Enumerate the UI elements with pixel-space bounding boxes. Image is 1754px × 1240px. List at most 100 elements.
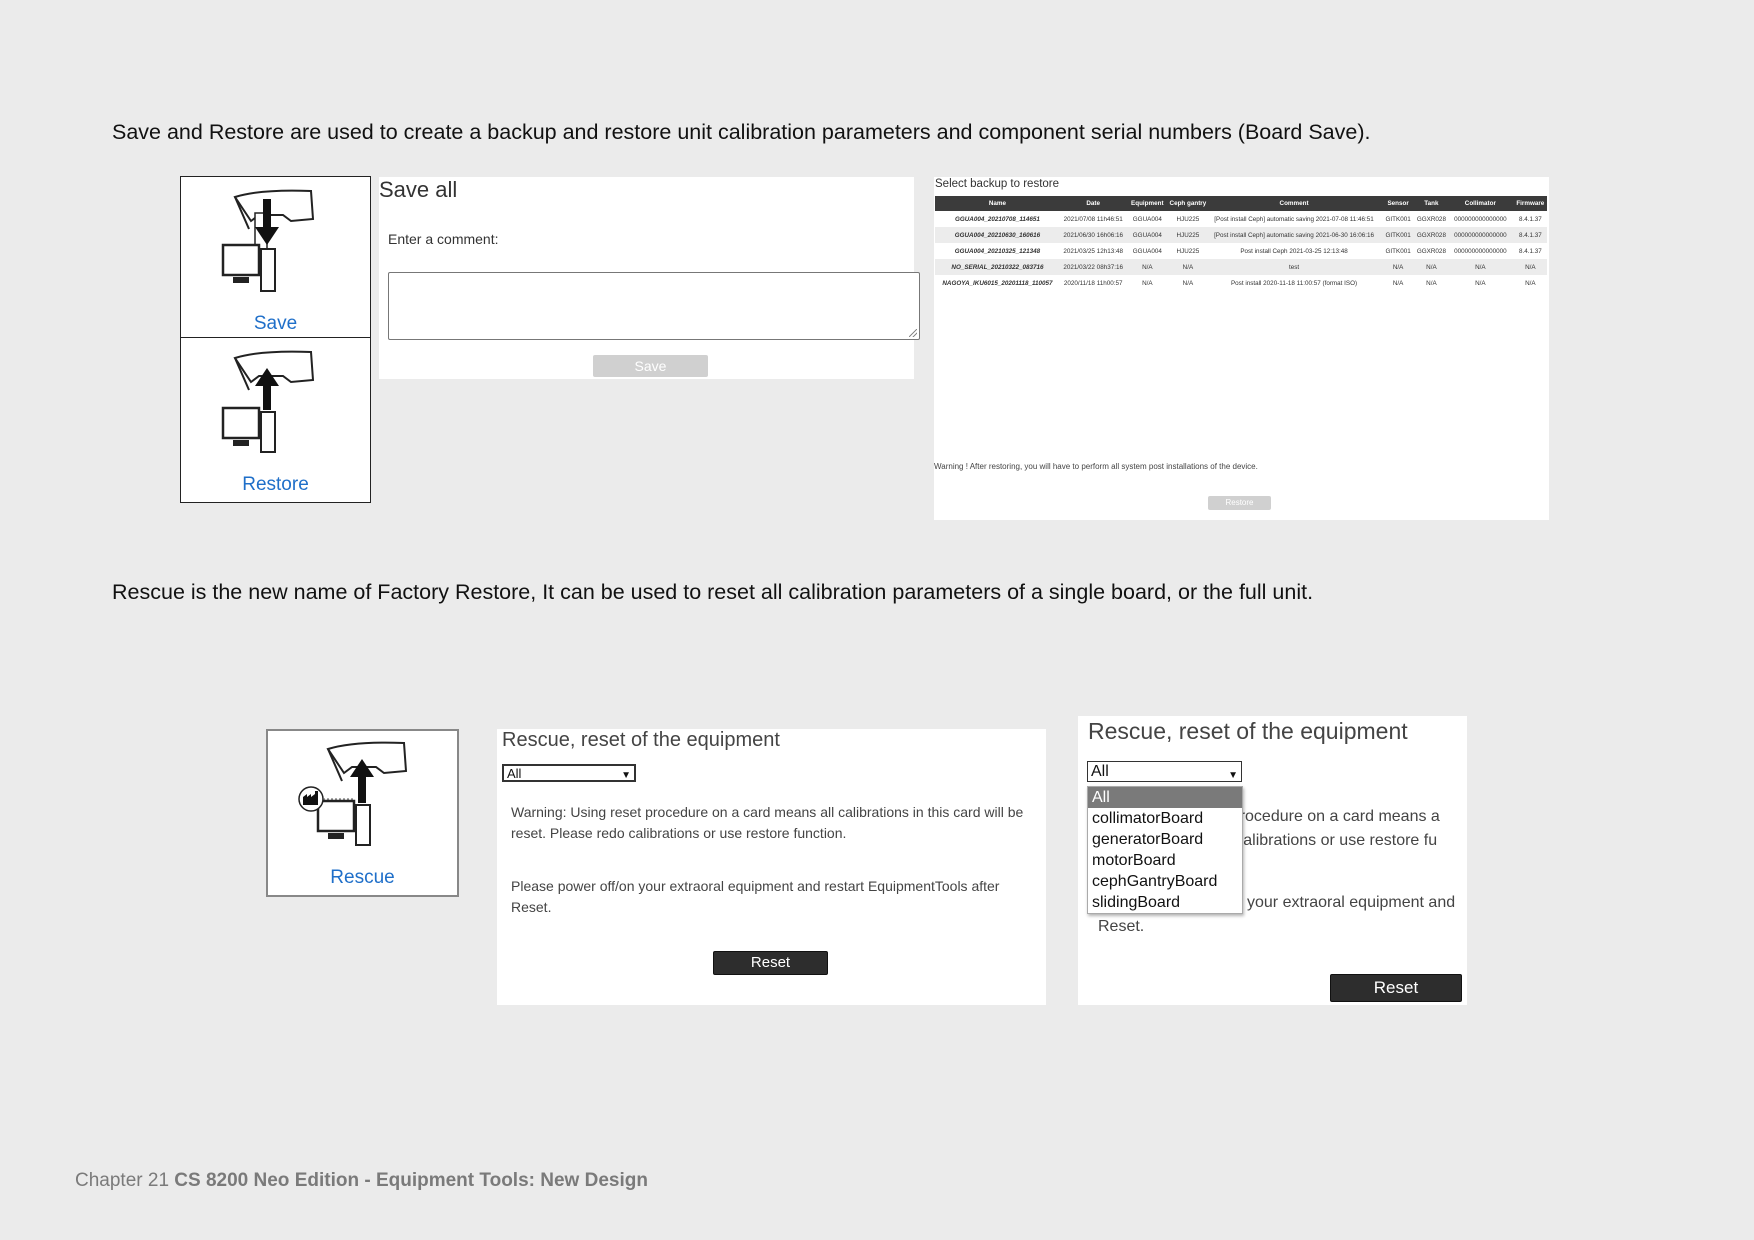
table-row[interactable]: GGUA004_20210630_160616 2021/06/30 16h06… [935,227,1547,243]
rescue-icon-button[interactable]: Rescue [266,729,459,897]
table-cell: GGUA004 [1126,227,1169,243]
save-label: Save [253,313,298,334]
rescue-title: Rescue, reset of the equipment [1088,718,1408,744]
board-select[interactable]: All ▼ [1087,761,1242,782]
table-cell: Post install 2020-11-18 11:00:57 (format… [1230,279,1358,287]
reset-warning-line-1: et procedure on a card means a [1213,808,1440,825]
table-cell: HJU225 [1176,215,1200,223]
table-cell: N/A [1415,259,1448,275]
save-to-computer-icon [221,189,314,292]
reset-warning-text: Warning: Using reset procedure on a card… [511,804,1024,841]
table-cell: N/A [1168,259,1208,275]
table-cell: 8.4.1.37 [1518,215,1542,223]
table-cell: 000000000000000 [1454,247,1507,255]
save-all-panel: Save all Enter a comment: Save [379,177,920,379]
board-select-value: All [507,766,522,781]
column-header[interactable]: Comment [1207,196,1381,211]
rescue-panel-open: Rescue, reset of the equipment et proced… [1078,716,1467,1005]
table-cell: 2021/03/22 08h37:16 [1059,259,1127,275]
table-cell: GITK001 [1380,227,1416,243]
dropdown-option-sliding-board[interactable]: slidingBoard [1088,892,1242,913]
table-cell: 000000000000000 [1454,215,1507,223]
save-button[interactable]: Save [593,355,708,377]
factory-reset-icon [297,741,407,846]
save-all-title: Save all [379,177,458,202]
restore-icon-button[interactable]: Restore [180,337,371,503]
rescue-paragraph: Rescue is the new name of Factory Restor… [112,580,1314,604]
dropdown-option-ceph-gantry-board[interactable]: cephGantryBoard [1088,871,1242,892]
power-cycle-text: Please power off/on your extraoral equip… [511,878,1000,915]
column-header[interactable]: Sensor [1380,196,1416,211]
table-cell: N/A [1182,279,1194,287]
reset-button[interactable]: Reset [713,951,828,975]
restore-warning: Warning ! After restoring, you will have… [934,462,1258,471]
backup-table: Name Date Equipment Ceph gantry Comment … [935,196,1547,291]
reset-button[interactable]: Reset [1330,974,1462,1002]
table-cell: GGXR028 [1415,227,1448,243]
table-cell: N/A [1475,279,1486,287]
save-icon-button[interactable]: Save [180,176,371,338]
restore-button[interactable]: Restore [1208,496,1271,510]
table-cell: GGXR028 [1416,215,1446,223]
table-cell: 8.4.1.37 [1513,227,1547,243]
table-row[interactable]: GGUA004_20210708_114651 2021/07/08 11h46… [935,211,1547,227]
table-cell: GGXR028 [1416,247,1446,255]
restore-from-computer-icon [221,350,314,453]
column-header[interactable]: Collimator [1447,196,1514,211]
table-row[interactable]: GGUA004_20210325_121348 2021/03/25 12h13… [935,243,1547,259]
comment-label: Enter a comment: [388,231,499,247]
rescue-title: Rescue, reset of the equipment [502,729,780,751]
table-cell: GITK001 [1385,247,1411,255]
table-cell: N/A [1380,259,1416,275]
table-cell: N/A [1142,279,1153,287]
table-cell: [Post install Ceph] automatic saving 202… [1214,215,1374,223]
rescue-label: Rescue [330,867,395,888]
table-cell: N/A [1426,279,1437,287]
table-cell: GGUA004_20210630_160616 [935,227,1060,243]
table-row[interactable]: NAGOYA_IKU6015_20201118_110057 2020/11/1… [935,275,1547,291]
dropdown-option-collimator-board[interactable]: collimatorBoard [1088,808,1242,829]
board-select-value: All [1091,763,1109,780]
table-cell: HJU225 [1168,227,1208,243]
table-cell: N/A [1513,259,1547,275]
board-select[interactable]: All ▼ [502,764,636,782]
column-header[interactable]: Ceph gantry [1168,196,1208,211]
table-cell: NAGOYA_IKU6015_20201118_110057 [942,279,1053,287]
restore-title: Select backup to restore [935,178,1060,190]
table-cell: 2021/06/30 16h06:16 [1059,227,1127,243]
table-cell: N/A [1126,259,1169,275]
reset-warning-line-2: do calibrations or use restore fu [1213,832,1438,849]
table-cell: GGUA004_20210325_121348 [954,247,1041,255]
column-header[interactable]: Equipment [1126,196,1169,211]
column-header[interactable]: Firmware [1513,196,1547,211]
table-row[interactable]: NO_SERIAL_20210322_083716 2021/03/22 08h… [935,259,1547,275]
page-footer: Chapter 21 CS 8200 Neo Edition - Equipme… [75,1170,648,1192]
restore-label: Restore [242,474,309,495]
table-cell: 2020/11/18 11h00:57 [1063,279,1123,287]
backup-table-header: Name Date Equipment Ceph gantry Comment … [935,196,1547,211]
table-cell: N/A [1525,279,1536,287]
board-dropdown-list: All collimatorBoard generatorBoard motor… [1087,786,1243,914]
table-cell: 2021/07/08 11h46:51 [1063,215,1123,223]
table-cell: [Post install Ceph] automatic saving 202… [1207,227,1381,243]
restore-panel: Select backup to restore Name Date Equip… [934,177,1549,520]
table-cell: 000000000000000 [1447,227,1514,243]
column-header[interactable]: Tank [1415,196,1448,211]
power-cycle-line-2: Reset. [1098,918,1145,935]
intro-paragraph: Save and Restore are used to create a ba… [112,120,1371,144]
column-header[interactable]: Name [935,196,1060,211]
rescue-panel: Rescue, reset of the equipment All ▼ War… [497,729,1046,1005]
dropdown-option-generator-board[interactable]: generatorBoard [1088,829,1242,850]
table-cell: HJU225 [1176,247,1200,255]
dropdown-option-all[interactable]: All [1088,787,1242,808]
table-cell: NO_SERIAL_20210322_083716 [935,259,1060,275]
resize-grip-icon[interactable] [909,329,917,337]
table-cell: N/A [1392,279,1404,287]
column-header[interactable]: Date [1059,196,1127,211]
table-cell: GGUA004 [1132,215,1162,223]
chevron-down-icon: ▼ [621,770,631,781]
comment-textarea[interactable] [388,272,920,340]
power-cycle-line-1: your extraoral equipment and [1247,894,1456,911]
dropdown-option-motor-board[interactable]: motorBoard [1088,850,1242,871]
table-cell: GGUA004_20210708_114651 [954,215,1040,223]
